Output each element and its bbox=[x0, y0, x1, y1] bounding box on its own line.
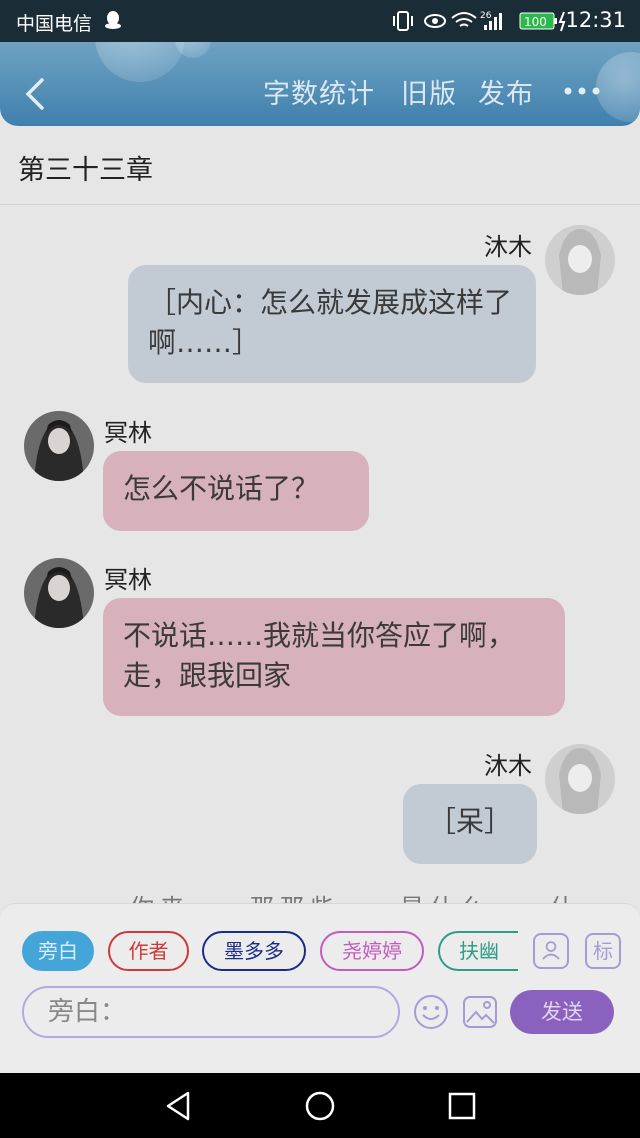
partially-visible-message: ……你来……那那些……是什么……什么…… bbox=[70, 888, 610, 904]
qq-icon bbox=[105, 11, 121, 29]
network-type: 26 bbox=[480, 11, 492, 21]
message-bubble[interactable]: 不说话……我就当你答应了啊，走，跟我回家 bbox=[103, 598, 565, 716]
decor-bubble bbox=[95, 42, 185, 82]
word-count-button[interactable]: 字数统计 bbox=[263, 72, 375, 111]
message-bubble[interactable]: 怎么不说话了？ bbox=[103, 451, 369, 531]
old-version-button[interactable]: 旧版 bbox=[401, 72, 457, 111]
emoji-icon[interactable] bbox=[412, 993, 450, 1031]
avatar-mumu[interactable] bbox=[545, 744, 615, 814]
message-bubble[interactable]: ［呆］ bbox=[403, 784, 537, 864]
status-icons: 26 100 bbox=[393, 11, 566, 32]
sender-name: 沐木 bbox=[484, 752, 532, 780]
svg-text:100: 100 bbox=[524, 15, 547, 29]
message-bubble[interactable]: ［内心：怎么就发展成这样了啊……］ bbox=[128, 265, 536, 383]
more-options-icon[interactable] bbox=[562, 84, 602, 98]
carrier-name: 中国电信 bbox=[16, 13, 93, 35]
decor-bubble bbox=[596, 52, 640, 122]
tag-button[interactable]: 标 bbox=[585, 933, 621, 969]
message-input[interactable]: 旁白： bbox=[22, 986, 400, 1038]
chapter-title[interactable]: 第三十三章 bbox=[18, 148, 153, 187]
vibrate-icon bbox=[393, 11, 413, 31]
role-chip-narrator[interactable]: 旁白 bbox=[22, 931, 94, 971]
nav-recent-apps-icon[interactable] bbox=[445, 1089, 479, 1123]
role-chip-yaotingting[interactable]: 尧婷婷 bbox=[320, 931, 424, 971]
top-toolbar: 字数统计 旧版 发布 bbox=[0, 42, 640, 126]
role-chip-author[interactable]: 作者 bbox=[108, 931, 189, 971]
chat-area[interactable]: 沐木 ［内心：怎么就发展成这样了啊……］ 冥林 怎么不说话了？ 冥林 不说话……… bbox=[0, 205, 640, 905]
avatar-mumu[interactable] bbox=[545, 225, 615, 295]
role-chip-fuyou[interactable]: 扶幽 bbox=[438, 931, 518, 971]
avatar-minglin[interactable] bbox=[24, 558, 94, 628]
publish-button[interactable]: 发布 bbox=[478, 72, 534, 111]
nav-home-icon[interactable] bbox=[303, 1089, 337, 1123]
eye-icon bbox=[424, 14, 446, 28]
battery-icon: 100 bbox=[519, 11, 566, 32]
back-arrow-icon[interactable] bbox=[22, 76, 48, 112]
sender-name: 冥林 bbox=[104, 566, 152, 594]
role-chip-moduoduo[interactable]: 墨多多 bbox=[202, 931, 306, 971]
sender-name: 沐木 bbox=[484, 233, 532, 261]
character-icon[interactable] bbox=[533, 933, 569, 969]
chapter-bar: 第三十三章 bbox=[0, 126, 640, 205]
nav-back-icon[interactable] bbox=[162, 1089, 196, 1123]
navigation-bar bbox=[0, 1073, 640, 1138]
wifi-icon bbox=[451, 12, 477, 27]
status-bar: 中国电信 26 100 12:31 bbox=[0, 0, 640, 42]
avatar-minglin[interactable] bbox=[24, 411, 94, 481]
send-button[interactable]: 发送 bbox=[510, 990, 614, 1034]
clock: 12:31 bbox=[565, 8, 626, 32]
sender-name: 冥林 bbox=[104, 419, 152, 447]
image-icon[interactable] bbox=[462, 995, 498, 1029]
